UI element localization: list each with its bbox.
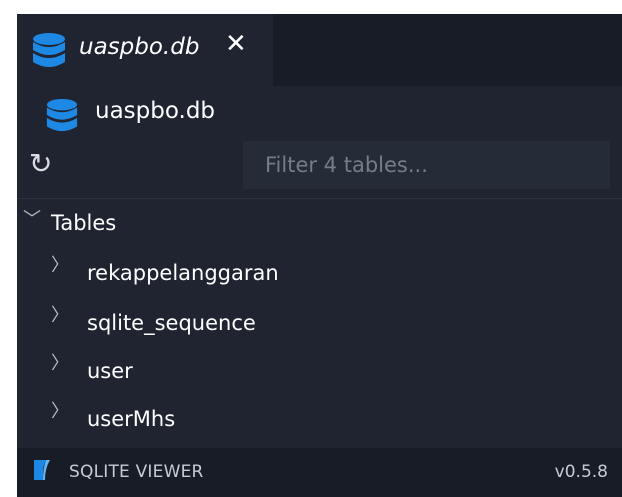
close-icon[interactable]: ✕ bbox=[225, 31, 247, 57]
tab-uaspbo-db[interactable]: uaspbo.db ✕ bbox=[17, 14, 273, 86]
filter-tables-input[interactable] bbox=[243, 141, 610, 189]
chevron-down-icon: ﹀ bbox=[23, 209, 41, 230]
status-bar: SQLITE VIEWER v0.5.8 bbox=[17, 448, 622, 497]
database-icon bbox=[31, 32, 67, 74]
table-name: sqlite_sequence bbox=[87, 311, 256, 335]
table-item[interactable]: 〉 userMhs bbox=[17, 393, 622, 443]
tables-group-label: Tables bbox=[51, 211, 117, 235]
chevron-right-icon: 〉 bbox=[51, 353, 69, 374]
table-item[interactable]: 〉 rekappelanggaran bbox=[17, 247, 622, 297]
chevron-right-icon: 〉 bbox=[51, 255, 69, 276]
chevron-right-icon: 〉 bbox=[51, 305, 69, 326]
table-name: user bbox=[87, 359, 133, 383]
refresh-icon[interactable]: ↻ bbox=[29, 150, 52, 178]
sqlite-logo-icon bbox=[31, 458, 51, 486]
database-file-name: uaspbo.db bbox=[95, 98, 216, 124]
tab-title: uaspbo.db bbox=[79, 34, 200, 60]
table-item[interactable]: 〉 sqlite_sequence bbox=[17, 297, 622, 347]
status-brand: SQLITE VIEWER bbox=[31, 458, 204, 486]
tables-group[interactable]: ﹀ Tables bbox=[17, 199, 622, 249]
table-item[interactable]: 〉 user bbox=[17, 345, 622, 395]
status-label: SQLITE VIEWER bbox=[69, 462, 204, 482]
tab-bar: uaspbo.db ✕ bbox=[17, 14, 622, 86]
table-name: userMhs bbox=[87, 407, 176, 431]
version-label: v0.5.8 bbox=[554, 462, 608, 482]
table-name: rekappelanggaran bbox=[87, 261, 279, 285]
file-header: uaspbo.db bbox=[17, 86, 622, 146]
chevron-right-icon: 〉 bbox=[51, 401, 69, 422]
sqlite-viewer-window: uaspbo.db ✕ uaspbo.db ↻ ﹀ Tables 〉 rekap… bbox=[17, 14, 622, 497]
database-icon bbox=[45, 98, 79, 138]
